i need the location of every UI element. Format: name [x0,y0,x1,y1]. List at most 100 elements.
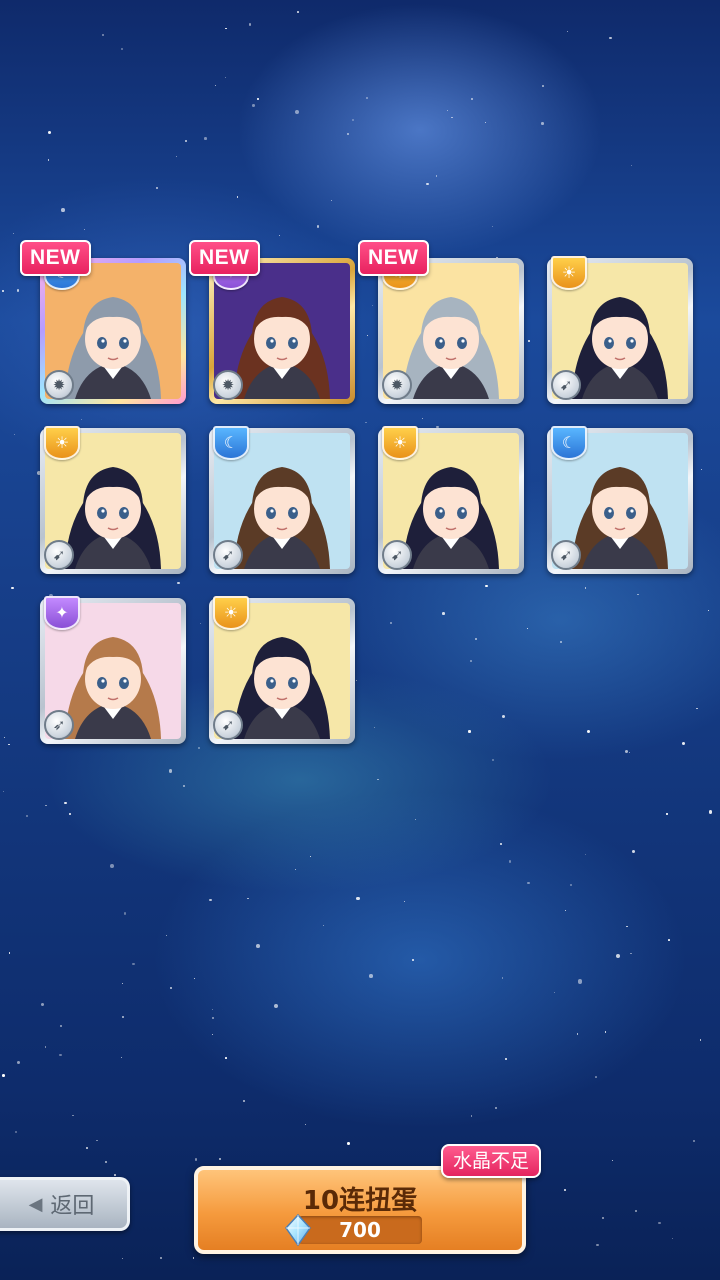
moon-icon: ☾ [213,426,249,460]
star-dot [16,1060,20,1064]
star-dot [566,31,568,33]
star-dot [499,842,502,845]
star-dot [658,1221,661,1225]
star-dot [45,804,48,807]
star-dot [630,952,632,955]
gacha-button-label: 10连扭蛋 [302,1186,418,1216]
star-dot [132,962,135,966]
star-dot [616,953,621,958]
star-dot [403,900,405,902]
gun-weapon-icon: ➹ [382,540,412,570]
star-dot [2,790,5,793]
character-card[interactable]: ☀ ➹ [547,256,693,404]
star-dot [494,1106,498,1110]
star-dot [60,208,65,212]
star-dot [59,1053,62,1057]
star-dot [165,934,168,937]
star-dot [218,1158,221,1161]
star-dot [295,868,297,870]
character-card[interactable]: ✦ ➶ [40,596,186,744]
star-dot [123,912,126,915]
star-dot [9,952,11,954]
star-dot [120,47,124,51]
star-dot [225,1057,227,1059]
character-card[interactable]: ☾✹NEW [20,240,186,404]
star-dot [576,1033,579,1035]
star-dot [214,84,217,86]
star-dot [211,1017,214,1020]
insufficient-crystals-badge: 水晶不足 [441,1144,541,1178]
sun-icon: ☀ [213,596,249,630]
star-dot [470,97,473,100]
star-dot [484,121,487,124]
star-dot [542,85,544,87]
character-card[interactable]: ☀✹NEW [358,240,524,404]
sun-icon: ☀ [551,256,587,290]
star-dot [120,1056,122,1058]
star-dot [41,1002,45,1006]
star-dot [249,23,252,26]
star-dot [121,1015,124,1018]
character-card[interactable]: ☀ ➹ [378,426,524,574]
star-dot [45,1046,47,1048]
star-dot [309,855,312,858]
back-button-label: 返回 [50,1194,95,1219]
gear-weapon-icon: ✹ [213,370,243,400]
star-dot [492,225,494,227]
star-dot [356,896,360,901]
star-dot [351,118,354,121]
gun-weapon-icon: ➹ [551,540,581,570]
star-dot [122,982,124,984]
star-dot [159,1256,162,1259]
star-dot [25,815,29,818]
star-dot [505,1058,508,1061]
star-dot [630,164,632,166]
character-card[interactable]: ✦✹NEW [189,240,355,404]
star-dot [594,1075,597,1078]
star-dot [47,159,50,162]
sun-icon: ☀ [44,426,80,460]
star-dot [110,863,115,868]
new-badge: NEW [358,240,429,276]
star-dot [169,986,172,989]
star-dot [708,810,713,815]
star-dot [64,801,67,805]
star-dot [446,110,448,112]
character-card[interactable]: ☀ ➹ [209,596,355,744]
star-dot [197,746,200,750]
gun-weapon-icon: ➹ [213,540,243,570]
star-dot [569,883,573,886]
star-dot [185,140,188,143]
star-dot [257,98,259,100]
star-dot [13,233,14,235]
new-badge: NEW [20,240,91,276]
star-dot [451,116,453,119]
star-dot [634,1209,637,1212]
star-dot [175,155,177,157]
star-dot [541,122,544,125]
star-dot [48,130,52,134]
star-dot [209,898,212,902]
star-dot [322,924,324,926]
new-badge: NEW [189,240,260,276]
star-dot [470,1115,473,1117]
star-dot [11,586,14,590]
character-card[interactable]: ☾ ➹ [209,426,355,574]
ten-pull-gacha-button[interactable]: 10连扭蛋 700 [194,1166,526,1254]
star-dot [236,195,239,198]
star-dot [296,10,299,13]
star-dot [632,849,636,853]
star-dot [2,1073,5,1077]
star-dot [696,708,698,710]
back-button[interactable]: ◀ 返回 [0,1177,130,1231]
character-card[interactable]: ☾ ➹ [547,426,693,574]
star-dot [72,1114,74,1117]
character-card[interactable]: ☀ ➹ [40,426,186,574]
star-dot [255,944,260,949]
star-dot [564,1189,566,1191]
star-dot [672,1237,674,1239]
star-dot [366,97,369,99]
star-dot [377,778,380,781]
star-dot [84,228,86,230]
star-dot [553,991,555,994]
